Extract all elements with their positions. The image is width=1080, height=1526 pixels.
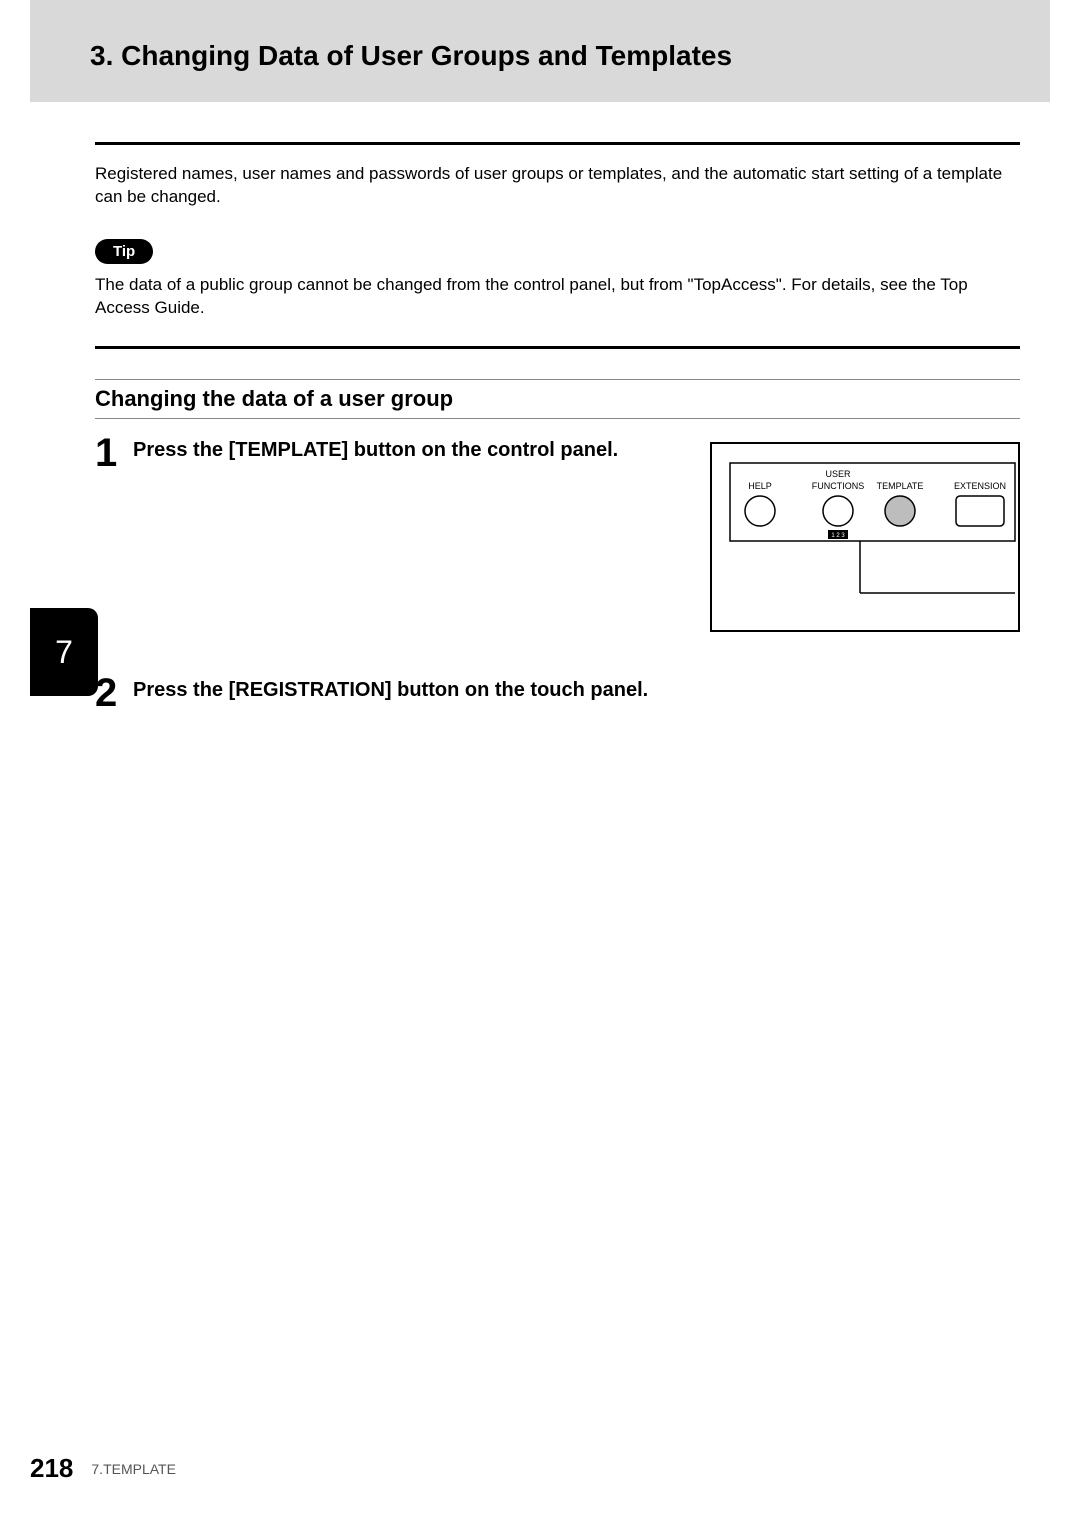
rule-below-heading <box>95 418 1020 419</box>
tip-text: The data of a public group cannot be cha… <box>95 274 1020 320</box>
control-panel-illustration: HELP USER FUNCTIONS 1 2 3 TEMPLATE EXTEN… <box>710 433 1020 633</box>
tip-label: Tip <box>95 239 153 264</box>
section-heading-block: Changing the data of a user group <box>95 379 1020 419</box>
step-1: 1 Press the [TEMPLATE] button on the con… <box>95 433 1020 633</box>
tip-block: Tip The data of a public group cannot be… <box>95 239 1020 320</box>
chapter-tab: 7 <box>30 608 98 696</box>
panel-extension-label: EXTENSION <box>954 481 1006 491</box>
page-header: 3. Changing Data of User Groups and Temp… <box>30 0 1050 102</box>
panel-functions-label: FUNCTIONS <box>812 481 865 491</box>
panel-user-label: USER <box>825 469 851 479</box>
step-2-text: Press the [REGISTRATION] button on the t… <box>133 673 1020 703</box>
panel-help-label: HELP <box>748 481 772 491</box>
footer-chapter: 7.TEMPLATE <box>91 1461 176 1477</box>
step-1-text: Press the [TEMPLATE] button on the contr… <box>133 433 690 633</box>
panel-small-label: 1 2 3 <box>831 533 845 539</box>
page-content: Registered names, user names and passwor… <box>0 102 1080 713</box>
step-2-number: 2 <box>95 673 133 713</box>
panel-template-label: TEMPLATE <box>877 481 924 491</box>
intro-paragraph: Registered names, user names and passwor… <box>95 163 1020 209</box>
page-number: 218 <box>30 1453 73 1484</box>
step-2: 2 Press the [REGISTRATION] button on the… <box>95 673 1020 713</box>
page-title: 3. Changing Data of User Groups and Temp… <box>90 40 1050 72</box>
page-footer: 218 7.TEMPLATE <box>30 1453 176 1484</box>
step-1-number: 1 <box>95 433 133 473</box>
rule-after-tip <box>95 346 1020 349</box>
section-heading: Changing the data of a user group <box>95 380 1020 418</box>
rule-top <box>95 142 1020 145</box>
